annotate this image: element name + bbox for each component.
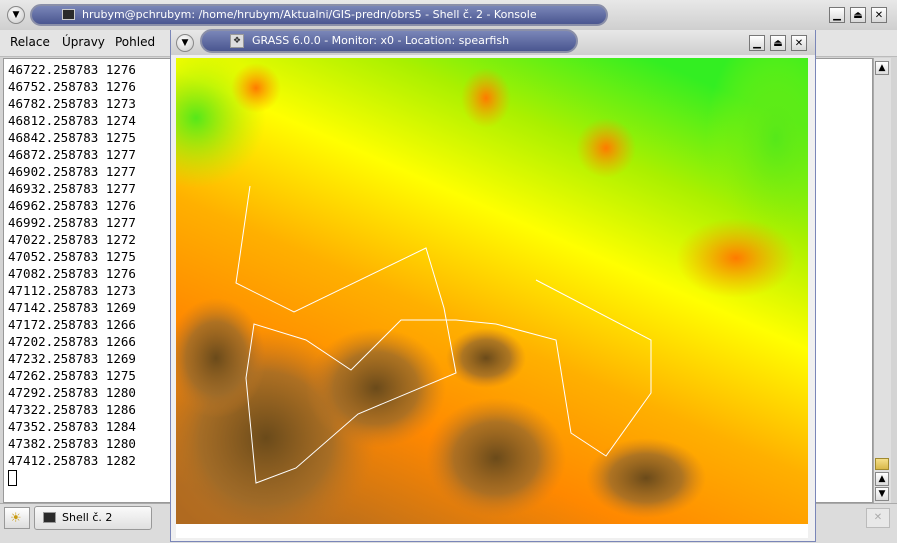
grass-minimize-button[interactable]: ▁ [749, 35, 765, 51]
minimize-icon: ▁ [833, 10, 841, 21]
terminal-line: 47082.258783 1276 [8, 266, 136, 281]
terminal-output: 46722.258783 1276 46752.258783 1276 4678… [8, 61, 168, 486]
terminal-line: 47412.258783 1282 [8, 453, 136, 468]
terminal-line: 47262.258783 1275 [8, 368, 136, 383]
map-bottom-edge [176, 524, 808, 538]
terminal-cursor [8, 470, 17, 486]
konsole-close-button[interactable]: ✕ [871, 7, 887, 23]
minimize-icon: ▁ [753, 38, 761, 49]
terminal-line: 46932.258783 1277 [8, 181, 136, 196]
terminal-icon [62, 9, 75, 20]
terminal-line: 47142.258783 1269 [8, 300, 136, 315]
terminal-line: 46872.258783 1277 [8, 147, 136, 162]
arrow-down-icon: ▼ [878, 489, 886, 499]
chevron-down-icon: ▼ [181, 38, 189, 48]
terminal-line: 46812.258783 1274 [8, 113, 136, 128]
terminal-line: 47232.258783 1269 [8, 351, 136, 366]
terminal-icon [43, 512, 56, 523]
menu-pohled[interactable]: Pohled [115, 35, 155, 49]
elevation-map[interactable] [176, 58, 808, 524]
close-tab-button[interactable]: ✕ [866, 508, 890, 528]
elevation-map-raster [176, 58, 808, 524]
konsole-window-menu-button[interactable]: ▼ [7, 6, 25, 24]
scroll-up-button-lower[interactable]: ▲ [875, 472, 889, 486]
terminal-line: 46962.258783 1276 [8, 198, 136, 213]
arrow-up-icon: ▲ [878, 63, 886, 73]
menu-relace[interactable]: Relace [10, 35, 50, 49]
tab-label: Shell č. 2 [62, 511, 113, 524]
terminal-line: 46722.258783 1276 [8, 62, 136, 77]
arrow-up-icon: ▲ [878, 474, 886, 484]
grass-app-icon: ❖ [230, 34, 244, 48]
chevron-down-icon: ▼ [12, 10, 20, 20]
terminal-line: 47322.258783 1286 [8, 402, 136, 417]
konsole-title: hrubym@pchrubym: /home/hrubym/Aktualni/G… [82, 8, 537, 21]
terminal-line: 47202.258783 1266 [8, 334, 136, 349]
terminal-line: 47382.258783 1280 [8, 436, 136, 451]
terminal-line: 46992.258783 1277 [8, 215, 136, 230]
terminal-line: 47022.258783 1272 [8, 232, 136, 247]
terminal-line: 47352.258783 1284 [8, 419, 136, 434]
maximize-icon: ⏏ [773, 38, 783, 49]
close-icon: ✕ [794, 38, 804, 49]
terminal-line: 47292.258783 1280 [8, 385, 136, 400]
tab-shell-2[interactable]: Shell č. 2 [34, 506, 152, 530]
konsole-minimize-button[interactable]: ▁ [829, 7, 845, 23]
new-session-button[interactable]: ☀ [4, 507, 30, 529]
menu-upravy[interactable]: Úpravy [62, 35, 105, 49]
close-tab-icon: ✕ [873, 512, 883, 523]
terminal-line: 47172.258783 1266 [8, 317, 136, 332]
terminal-scrollbar[interactable] [873, 58, 891, 503]
scroll-down-button[interactable]: ▼ [875, 487, 889, 501]
terminal-line: 47112.258783 1273 [8, 283, 136, 298]
grass-title: GRASS 6.0.0 - Monitor: x0 - Location: sp… [252, 34, 510, 47]
grass-close-button[interactable]: ✕ [791, 35, 807, 51]
terminal-line: 46902.258783 1277 [8, 164, 136, 179]
konsole-title-pill[interactable]: hrubym@pchrubym: /home/hrubym/Aktualni/G… [30, 4, 608, 26]
new-session-icon: ☀ [10, 511, 22, 526]
maximize-icon: ⏏ [853, 10, 863, 21]
close-icon: ✕ [874, 10, 884, 21]
terminal-line: 46782.258783 1273 [8, 96, 136, 111]
terminal-line: 46752.258783 1276 [8, 79, 136, 94]
scroll-up-button[interactable]: ▲ [875, 61, 889, 75]
terminal-line: 47052.258783 1275 [8, 249, 136, 264]
grass-title-pill[interactable]: ❖ GRASS 6.0.0 - Monitor: x0 - Location: … [200, 29, 578, 53]
grass-maximize-button[interactable]: ⏏ [770, 35, 786, 51]
terminal-line: 46842.258783 1275 [8, 130, 136, 145]
konsole-maximize-button[interactable]: ⏏ [850, 7, 866, 23]
grass-window-menu-button[interactable]: ▼ [176, 34, 194, 52]
scroll-thumb[interactable] [875, 458, 889, 470]
